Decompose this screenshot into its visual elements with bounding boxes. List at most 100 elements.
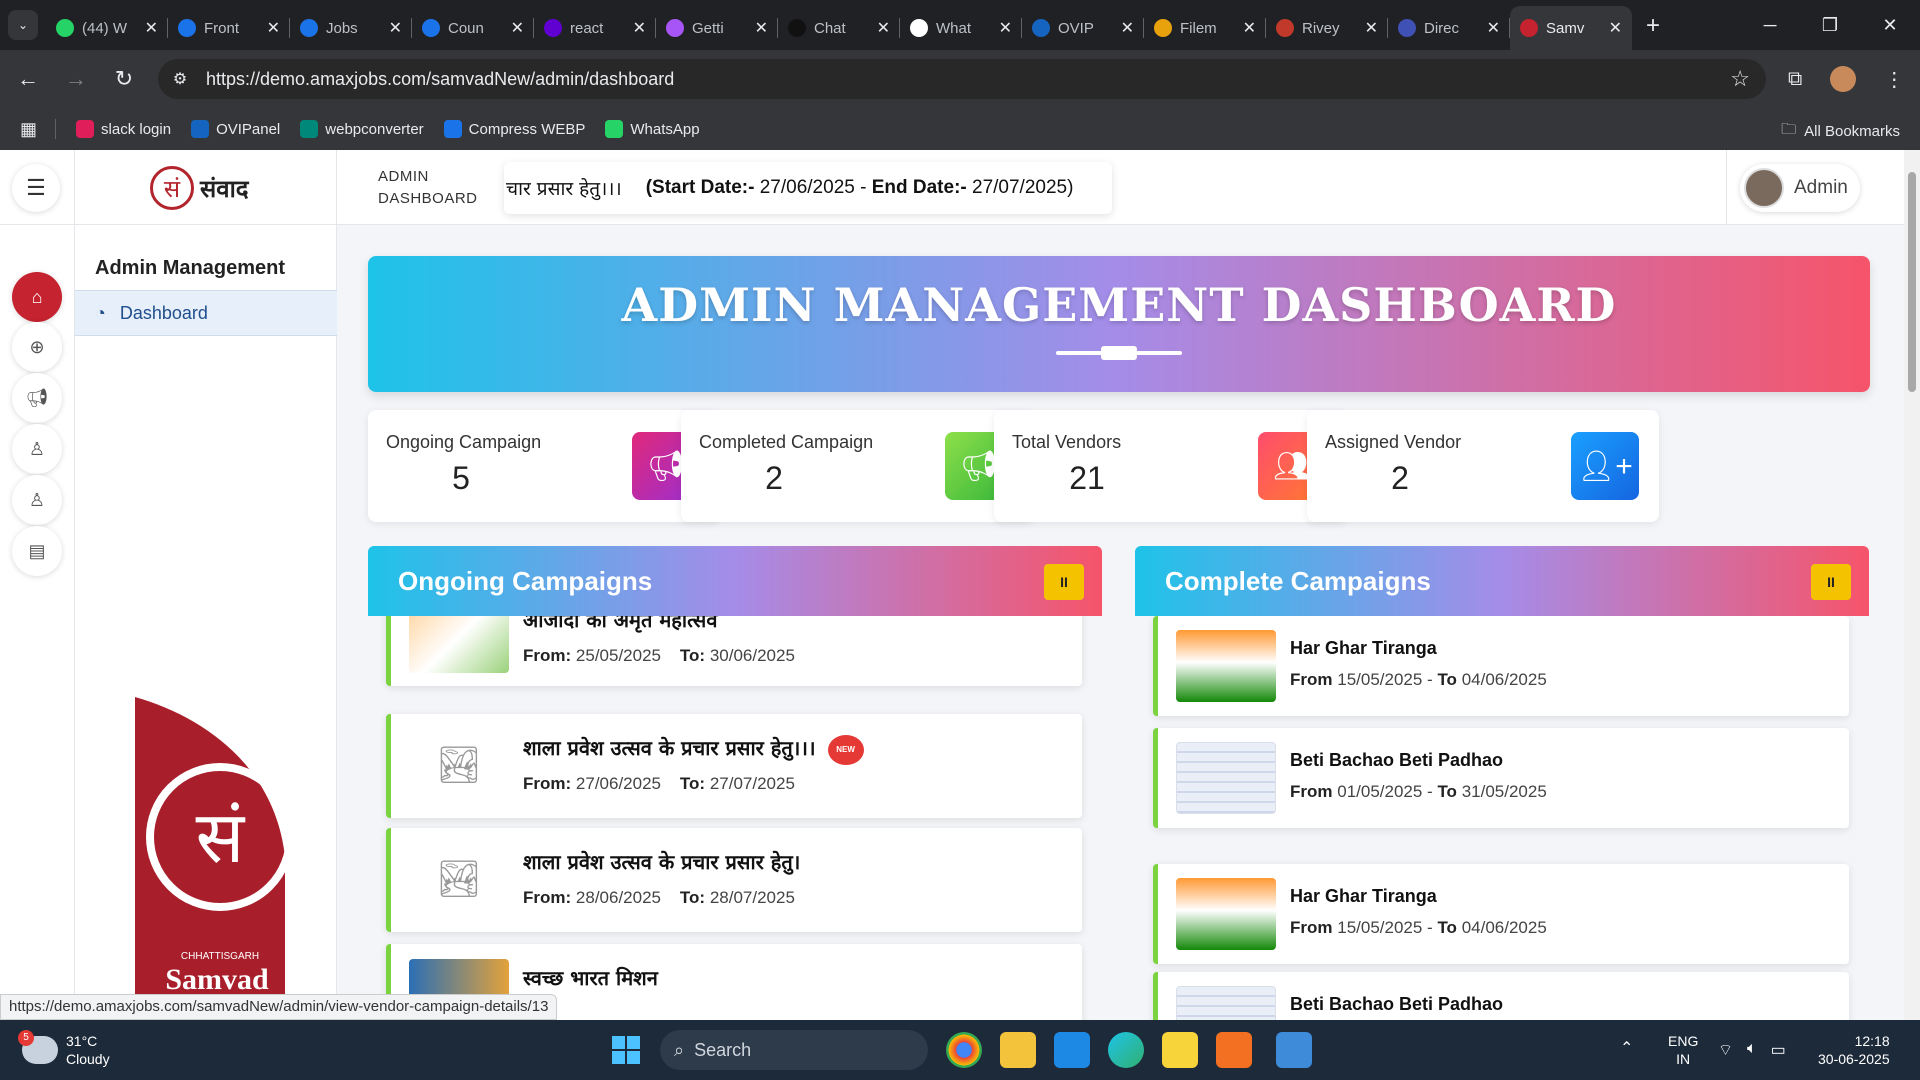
tab-close-icon[interactable]: ✕ (267, 18, 280, 38)
bookmark-item[interactable]: Compress WEBP (443, 120, 585, 138)
bookmark-star-icon[interactable]: ☆ (1730, 66, 1750, 92)
brand-logo[interactable]: सं संवाद (150, 166, 249, 210)
user-icon[interactable]: ♙ (12, 424, 62, 474)
xampp-icon[interactable] (1216, 1032, 1252, 1068)
tab-close-icon[interactable]: ✕ (511, 18, 524, 38)
tab-close-icon[interactable]: ✕ (999, 18, 1012, 38)
campaign-card[interactable]: Har Ghar Tiranga From 15/05/2025 - To 04/… (1153, 616, 1849, 716)
user-icon[interactable]: ♙ (12, 475, 62, 525)
browser-toolbar: ← → ↻ ⚙ https://demo.amaxjobs.com/samvad… (0, 50, 1920, 108)
pause-scroll-button[interactable]: II (1044, 564, 1084, 600)
campaign-title: Beti Bachao Beti Padhao (1290, 994, 1504, 1014)
chrome-icon[interactable] (946, 1032, 982, 1068)
tab-close-icon[interactable]: ✕ (1365, 18, 1378, 38)
address-bar[interactable]: ⚙ https://demo.amaxjobs.com/samvadNew/ad… (158, 59, 1766, 99)
campaign-card[interactable]: 🏞︎ शाला प्रवेश उत्सव के प्रचार प्रसार हेत… (386, 828, 1082, 932)
windows-start-icon[interactable] (612, 1036, 640, 1064)
browser-tab[interactable]: react ✕ (534, 6, 656, 50)
browser-tab[interactable]: Direc ✕ (1388, 6, 1510, 50)
tab-favicon-icon (178, 19, 196, 37)
extensions-icon[interactable]: ⧉ (1788, 68, 1802, 91)
tab-close-icon[interactable]: ✕ (755, 18, 768, 38)
stat-card[interactable]: Completed Campaign 2 📢︎ (681, 410, 1033, 522)
campaign-ticker[interactable]: चार प्रसार हेतु।।। (Start Date:- 27/06/2… (504, 162, 1112, 214)
tab-close-icon[interactable]: ✕ (1243, 18, 1256, 38)
megaphone-icon[interactable]: 📢︎ (12, 373, 62, 423)
minimize-button[interactable]: ─ (1740, 0, 1800, 50)
campaign-card[interactable]: आजादी का अमृत महोत्सव From: 25/05/2025 To… (386, 616, 1082, 686)
browser-tab[interactable]: Rivey ✕ (1266, 6, 1388, 50)
sidebar-item-dashboard[interactable]: ◔ Dashboard (75, 290, 337, 336)
new-tab-button[interactable]: + (1646, 12, 1660, 40)
document-icon[interactable]: ▤ (12, 526, 62, 576)
browser-tab[interactable]: OVIP ✕ (1022, 6, 1144, 50)
stat-card[interactable]: Assigned Vendor 2 👤︎+ (1307, 410, 1659, 522)
tab-close-icon[interactable]: ✕ (1487, 18, 1500, 38)
bookmark-item[interactable]: webpconverter (300, 120, 424, 138)
reload-button[interactable]: ↻ (104, 59, 144, 99)
campaign-card[interactable]: Beti Bachao Beti Padhao From 01/05/2025 -… (1153, 728, 1849, 828)
stat-card[interactable]: Ongoing Campaign 5 📢︎ (368, 410, 720, 522)
tab-close-icon[interactable]: ✕ (633, 18, 646, 38)
wifi-icon[interactable]: ⌔ (1718, 1040, 1733, 1060)
site-info-icon[interactable]: ⚙ (162, 61, 198, 97)
dashboard-gauge-icon: ◔ (95, 302, 106, 323)
weather-widget[interactable]: 5 31°C Cloudy (18, 1030, 110, 1068)
stat-card[interactable]: Total Vendors 21 👥︎ (994, 410, 1346, 522)
photos-icon[interactable] (1276, 1032, 1312, 1068)
chevron-up-icon[interactable]: ⌃ (1620, 1038, 1633, 1058)
sticky-notes-icon[interactable] (1162, 1032, 1198, 1068)
close-window-button[interactable]: ✕ (1860, 0, 1920, 50)
panel-header: Ongoing Campaigns II (368, 546, 1102, 616)
browser-tab[interactable]: Chat ✕ (778, 6, 900, 50)
stat-value: 2 (1391, 460, 1409, 496)
bookmark-item[interactable]: WhatsApp (605, 120, 700, 138)
taskbar-search[interactable]: ⌕ Search (660, 1030, 928, 1070)
campaign-card[interactable]: Har Ghar Tiranga From 15/05/2025 - To 04/… (1153, 864, 1849, 964)
campaign-card[interactable]: Beti Bachao Beti Padhao (1153, 972, 1849, 1020)
page-scrollbar[interactable] (1904, 150, 1920, 1020)
ticker-dates: (Start Date:- 27/06/2025 - End Date:- 27… (645, 177, 1074, 198)
all-bookmarks[interactable]: 🗀 All Bookmarks (1781, 119, 1900, 144)
browser-tab[interactable]: Samv ✕ (1510, 6, 1632, 50)
vscode-icon[interactable] (1054, 1032, 1090, 1068)
profile-avatar[interactable] (1830, 66, 1857, 92)
home-icon[interactable]: ⌂ (12, 272, 62, 322)
tab-search-button[interactable]: ⌄ (8, 10, 38, 40)
browser-tab[interactable]: (44) W ✕ (46, 6, 168, 50)
browser-tab[interactable]: Filem ✕ (1144, 6, 1266, 50)
admin-profile-button[interactable]: Admin (1740, 164, 1860, 212)
forward-button[interactable]: → (56, 59, 96, 99)
bookmark-label: slack login (101, 120, 172, 138)
edge-icon[interactable] (1108, 1032, 1144, 1068)
tab-close-icon[interactable]: ✕ (877, 18, 890, 38)
browser-tab[interactable]: Getti ✕ (656, 6, 778, 50)
tab-close-icon[interactable]: ✕ (1121, 18, 1134, 38)
menu-toggle-button[interactable]: ☰ (12, 164, 60, 212)
pause-scroll-button[interactable]: II (1811, 564, 1851, 600)
browser-tab[interactable]: What ✕ (900, 6, 1022, 50)
tab-close-icon[interactable]: ✕ (145, 18, 158, 38)
more-menu-icon[interactable]: ⋮ (1884, 67, 1904, 92)
browser-tab[interactable]: Jobs ✕ (290, 6, 412, 50)
restore-button[interactable]: ❐ (1800, 0, 1860, 50)
file-explorer-icon[interactable] (1000, 1032, 1036, 1068)
bookmark-item[interactable]: slack login (76, 120, 171, 138)
apps-icon[interactable]: ▦ (20, 119, 37, 140)
add-circle-icon[interactable]: ⊕ (12, 322, 62, 372)
url-text[interactable]: https://demo.amaxjobs.com/samvadNew/admi… (206, 69, 1730, 90)
campaign-card[interactable]: 🏞︎ शाला प्रवेश उत्सव के प्रचार प्रसार हेत… (386, 714, 1082, 818)
browser-tab[interactable]: Coun ✕ (412, 6, 534, 50)
tab-close-icon[interactable]: ✕ (1609, 18, 1622, 38)
bookmarks-bar: ▦ slack login OVIPanel webpconverter Compre… (0, 108, 1920, 150)
clock[interactable]: 12:18 30-06-2025 (1818, 1032, 1890, 1068)
volume-icon[interactable]: 🔈︎ (1747, 1040, 1757, 1060)
campaign-title: आजादी का अमृत महोत्सव (523, 616, 718, 632)
battery-icon[interactable]: ▭ (1771, 1040, 1786, 1060)
language-indicator[interactable]: ENG IN (1668, 1032, 1698, 1068)
browser-tab[interactable]: Front ✕ (168, 6, 290, 50)
back-button[interactable]: ← (8, 59, 48, 99)
tab-close-icon[interactable]: ✕ (389, 18, 402, 38)
bookmark-item[interactable]: OVIPanel (191, 120, 280, 138)
app-header: ☰ सं संवाद ADMIN DASHBOARD चार प्रसार हे… (0, 150, 1904, 225)
